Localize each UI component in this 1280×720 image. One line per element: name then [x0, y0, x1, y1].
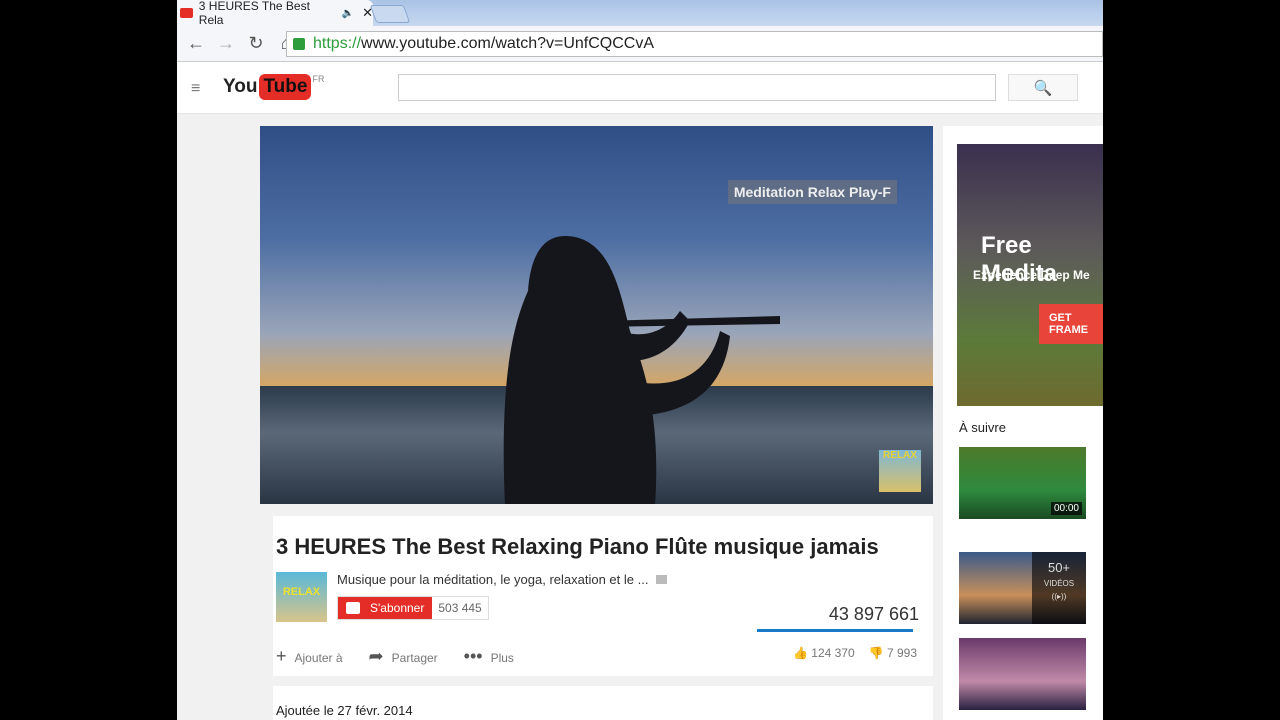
share-button[interactable]: ➦ Partager	[369, 646, 438, 667]
ad-subtitle: Experience Deep Me	[973, 268, 1090, 282]
thumbs-up-icon: 👍	[792, 646, 808, 660]
sidebar: Free Medita Experience Deep Me GET FRAME…	[943, 126, 1103, 720]
plus-icon: +	[276, 646, 287, 666]
description-box: Ajoutée le 27 févr. 2014	[273, 686, 933, 720]
hamburger-menu-icon[interactable]: ≡	[191, 80, 200, 98]
channel-name-row: Musique pour la méditation, le yoga, rel…	[337, 572, 668, 587]
more-label: Plus	[490, 651, 514, 665]
dislike-count: 7 993	[886, 646, 917, 660]
publish-date: Ajoutée le 27 févr. 2014	[276, 703, 413, 718]
video-player[interactable]: Meditation Relax Play-F RELAX	[260, 126, 933, 504]
browser-window: 3 HEURES The Best Rela 🔈 ✕ ← → ↻ ⌂ https…	[177, 0, 1103, 720]
verified-icon	[656, 575, 668, 584]
browser-toolbar: ← → ↻ ⌂ https:// www.youtube.com/watch?v…	[177, 26, 1103, 62]
playlist-label: VIDÉOS	[1043, 579, 1075, 588]
video-info: 3 HEURES The Best Relaxing Piano Flûte m…	[273, 516, 933, 676]
more-dots-icon: •••	[463, 646, 483, 666]
subscribe-button[interactable]: S'abonner	[338, 597, 433, 619]
tab-youtube[interactable]: 3 HEURES The Best Rela 🔈 ✕	[177, 0, 373, 27]
url-text: www.youtube.com/watch?v=UnfCQCCvA	[361, 35, 655, 52]
like-button[interactable]: 👍 124 370	[793, 646, 855, 660]
subscribe-label: S'abonner	[370, 601, 425, 615]
playlist-icon: ((▸))	[1051, 592, 1067, 601]
action-bar: + Ajouter à ➦ Partager ••• Plus	[276, 646, 514, 667]
logo-tube: Tube	[259, 74, 312, 100]
video-title: 3 HEURES The Best Relaxing Piano Flûte m…	[276, 534, 879, 559]
forward-icon[interactable]: →	[215, 33, 237, 54]
share-arrow-icon: ➦	[368, 646, 384, 666]
suggested-video-thumbnail[interactable]: 00:00	[959, 447, 1086, 519]
dislike-button[interactable]: 👎 7 993	[869, 646, 917, 660]
ad-cta-button[interactable]: GET FRAME	[1039, 304, 1103, 344]
subscribe-widget: S'abonner 503 445	[337, 596, 489, 620]
suggested-video-thumbnail[interactable]	[959, 638, 1086, 710]
like-ratio-bar	[757, 629, 913, 632]
address-bar[interactable]: https:// www.youtube.com/watch?v=UnfCQCC…	[286, 31, 1103, 57]
sidebar-ad[interactable]: Free Medita Experience Deep Me GET FRAME	[957, 144, 1103, 406]
add-to-label: Ajouter à	[294, 651, 343, 665]
subscriber-count: 503 445	[438, 601, 482, 615]
url-scheme: https://	[313, 35, 362, 52]
search-button[interactable]: 🔍	[1008, 74, 1078, 101]
rating-bar: 👍 124 370 👎 7 993	[793, 646, 917, 660]
lock-icon	[293, 38, 305, 50]
like-count: 124 370	[811, 646, 855, 660]
new-tab-button[interactable]	[369, 5, 411, 23]
tab-title: 3 HEURES The Best Rela	[198, 0, 310, 27]
up-next-label: À suivre	[959, 420, 1006, 435]
share-label: Partager	[391, 651, 438, 665]
reload-icon[interactable]: ↻	[245, 33, 267, 54]
search-icon: 🔍	[1033, 79, 1053, 97]
playlist-overlay: 50+ VIDÉOS ((▸))	[1032, 552, 1086, 624]
video-duration: 00:00	[1050, 502, 1082, 515]
youtube-logo[interactable]: You Tube FR	[223, 74, 324, 100]
view-count: 43 897 661	[828, 604, 919, 624]
channel-avatar[interactable]: RELAX	[276, 572, 327, 622]
region-label: FR	[312, 74, 325, 84]
channel-name[interactable]: Musique pour la méditation, le yoga, rel…	[337, 572, 648, 587]
video-overlay-title: Meditation Relax Play-F	[727, 180, 897, 204]
speaker-icon[interactable]: 🔈	[342, 8, 354, 19]
youtube-play-icon	[346, 602, 360, 614]
search-input[interactable]	[398, 74, 996, 101]
youtube-favicon-icon	[180, 8, 193, 18]
more-button[interactable]: ••• Plus	[464, 646, 514, 667]
youtube-header: ≡ You Tube FR 🔍	[177, 62, 1103, 114]
logo-you: You	[223, 76, 258, 97]
thumbs-down-icon: 👎	[868, 646, 884, 660]
add-to-button[interactable]: + Ajouter à	[276, 646, 343, 667]
flutist-silhouette	[503, 236, 780, 504]
suggested-playlist-thumbnail[interactable]: 50+ VIDÉOS ((▸))	[959, 552, 1086, 624]
channel-watermark[interactable]: RELAX	[879, 450, 921, 492]
back-icon[interactable]: ←	[185, 33, 207, 54]
tab-strip: 3 HEURES The Best Rela 🔈 ✕	[177, 0, 1103, 27]
playlist-count: 50+	[1047, 560, 1071, 575]
